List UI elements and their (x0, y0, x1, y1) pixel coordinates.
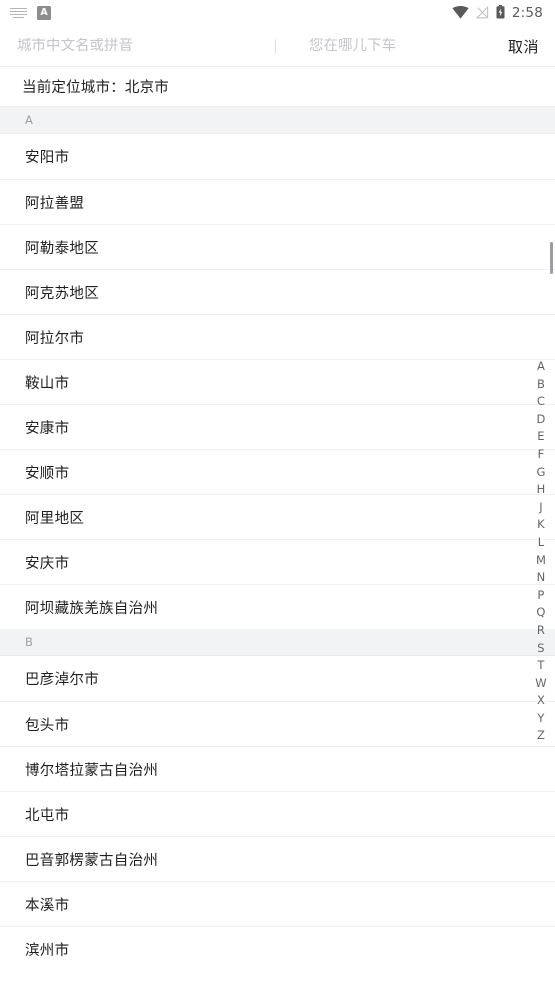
current-location-text: 当前定位城市：北京市 (22, 80, 169, 96)
alpha-index-letter-x[interactable]: X (531, 692, 551, 710)
section-header-label: B (25, 635, 34, 649)
city-list-item[interactable]: 鞍山市 (0, 359, 555, 404)
city-list-item[interactable]: 安康市 (0, 404, 555, 449)
list-scrollbar-thumb[interactable] (550, 242, 553, 274)
current-location-bar[interactable]: 当前定位城市：北京市 (0, 67, 555, 107)
city-list-item[interactable]: 阿里地区 (0, 494, 555, 539)
city-list-item[interactable]: 巴彦淖尔市 (0, 656, 555, 701)
city-name: 阿勒泰地区 (25, 240, 99, 257)
city-search-input[interactable] (17, 38, 275, 54)
battery-charging-icon (496, 4, 505, 23)
city-name: 阿拉善盟 (25, 195, 85, 212)
alpha-index-letter-h[interactable]: H (531, 481, 551, 499)
city-name: 本溪市 (25, 897, 70, 914)
alpha-index-letter-t[interactable]: T (531, 657, 551, 675)
city-name: 博尔塔拉蒙古自治州 (25, 762, 159, 779)
city-list-item[interactable]: 巴音郭楞蒙古自治州 (0, 836, 555, 881)
alpha-index-letter-b[interactable]: B (531, 376, 551, 394)
city-list-body: A 安阳市阿拉善盟阿勒泰地区阿克苏地区阿拉尔市鞍山市安康市安顺市阿里地区安庆市阿坝… (0, 107, 555, 971)
alpha-index-letter-n[interactable]: N (531, 569, 551, 587)
section-header-label: A (25, 113, 34, 127)
city-name: 安阳市 (25, 150, 70, 166)
alpha-index-letter-a[interactable]: A (531, 358, 551, 376)
city-list-item[interactable]: 阿勒泰地区 (0, 224, 555, 269)
keyboard-icon (10, 7, 27, 19)
city-name: 阿里地区 (25, 510, 85, 527)
alpha-index-letter-y[interactable]: Y (531, 710, 551, 728)
status-bar: A 2:58 (0, 0, 555, 26)
city-list[interactable]: A 安阳市阿拉善盟阿勒泰地区阿克苏地区阿拉尔市鞍山市安康市安顺市阿里地区安庆市阿坝… (0, 107, 555, 989)
alpha-index-letter-e[interactable]: E (531, 428, 551, 446)
city-name: 阿拉尔市 (25, 330, 85, 347)
city-list-item[interactable]: 安庆市 (0, 539, 555, 584)
alpha-index-letter-w[interactable]: W (531, 675, 551, 693)
phone-screen: A 2:58 城市中文名或拼音 您在哪儿下车 取消 当前定位城市：北京市 A 安… (0, 0, 555, 989)
city-name: 巴彦淖尔市 (25, 672, 99, 688)
alpha-index-letter-s[interactable]: S (531, 640, 551, 658)
app-badge-letter: A (40, 7, 48, 19)
city-list-item[interactable]: 安阳市 (0, 134, 555, 179)
alpha-index-letter-f[interactable]: F (531, 446, 551, 464)
alpha-index-letter-m[interactable]: M (531, 552, 551, 570)
city-name: 北屯市 (25, 807, 70, 824)
status-bar-right-icons: 2:58 (452, 4, 543, 23)
alpha-index-letter-q[interactable]: Q (531, 604, 551, 622)
city-name: 阿坝藏族羌族自治州 (25, 600, 159, 617)
alpha-index-letter-p[interactable]: P (531, 587, 551, 605)
section-header-b: B (0, 629, 555, 656)
city-list-item[interactable]: 阿坝藏族羌族自治州 (0, 584, 555, 629)
wifi-icon (452, 4, 469, 23)
city-list-item[interactable]: 北屯市 (0, 791, 555, 836)
alpha-index-letter-l[interactable]: L (531, 534, 551, 552)
section-header-a: A (0, 107, 555, 134)
city-list-item[interactable]: 阿克苏地区 (0, 269, 555, 314)
cancel-button[interactable]: 取消 (498, 36, 539, 57)
alpha-index-letter-z[interactable]: Z (531, 727, 551, 745)
field-divider (275, 38, 276, 54)
city-name: 阿克苏地区 (25, 285, 99, 302)
alpha-index-letter-k[interactable]: K (531, 516, 551, 534)
city-list-item[interactable]: 博尔塔拉蒙古自治州 (0, 746, 555, 791)
destination-search-input[interactable] (309, 38, 498, 54)
alpha-index-letter-d[interactable]: D (531, 411, 551, 429)
city-list-item[interactable]: 滨州市 (0, 926, 555, 971)
search-header: 取消 (0, 26, 555, 67)
alphabet-index[interactable]: ABCDEFGHJKLMNPQRSTWXYZ (531, 358, 551, 745)
status-bar-left-icons: A (10, 6, 51, 20)
city-list-item[interactable]: 阿拉善盟 (0, 179, 555, 224)
alpha-index-letter-c[interactable]: C (531, 393, 551, 411)
city-name: 巴音郭楞蒙古自治州 (25, 852, 159, 869)
alpha-index-letter-j[interactable]: J (531, 499, 551, 517)
app-badge-icon: A (37, 6, 51, 20)
city-list-item[interactable]: 包头市 (0, 701, 555, 746)
city-name: 包头市 (25, 717, 70, 734)
city-name: 滨州市 (25, 942, 70, 959)
status-bar-clock: 2:58 (511, 5, 543, 21)
city-name: 安顺市 (25, 465, 70, 482)
city-name: 安庆市 (25, 555, 70, 572)
city-list-item[interactable]: 安顺市 (0, 449, 555, 494)
signal-off-icon (475, 4, 489, 23)
alpha-index-letter-g[interactable]: G (531, 464, 551, 482)
city-list-item[interactable]: 阿拉尔市 (0, 314, 555, 359)
city-list-item[interactable]: 本溪市 (0, 881, 555, 926)
city-name: 鞍山市 (25, 375, 70, 392)
alpha-index-letter-r[interactable]: R (531, 622, 551, 640)
city-name: 安康市 (25, 420, 70, 437)
